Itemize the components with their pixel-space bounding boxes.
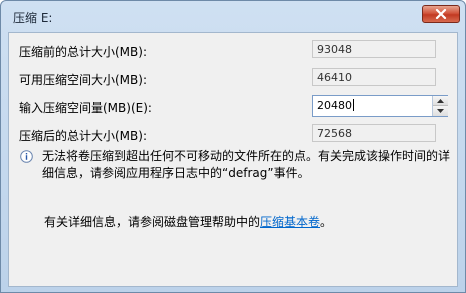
close-button[interactable] [422,5,460,23]
shrink-amount-stepper[interactable]: 20480 [312,95,448,117]
info-icon [20,150,33,163]
help-text: 有关详细信息，请参阅磁盘管理帮助中的压缩基本卷。 [44,215,333,229]
arrow-up-icon [437,98,444,103]
stepper-up-button[interactable] [433,96,448,106]
shrink-amount-label: 输入压缩空间量(MB)(E): [19,101,152,115]
dialog-window: 压缩 E: 压缩前的总计大小(MB): 93048 可用压缩空间大小(MB): … [0,0,466,293]
total-after-label: 压缩后的总计大小(MB): [19,129,147,143]
dialog-content: 压缩前的总计大小(MB): 93048 可用压缩空间大小(MB): 46410 … [8,32,458,287]
stepper-down-button[interactable] [433,106,448,116]
text-caret [353,99,354,111]
shrink-amount-input[interactable]: 20480 [313,96,431,116]
total-before-value: 93048 [312,40,436,58]
available-space-value: 46410 [312,68,436,86]
arrow-down-icon [437,109,444,113]
title-bar[interactable]: 压缩 E: [1,1,465,31]
shrink-basic-volume-link[interactable]: 压缩基本卷 [260,215,320,229]
close-icon [435,9,447,19]
total-before-label: 压缩前的总计大小(MB): [19,45,147,59]
window-title: 压缩 E: [13,11,53,25]
total-after-value: 72568 [312,124,436,142]
available-space-label: 可用压缩空间大小(MB): [19,73,147,87]
info-message: 无法将卷压缩到超出任何不可移动的文件所在的点。有关完成该操作时间的详细信息，请参… [42,149,451,180]
stepper-buttons [432,96,448,116]
